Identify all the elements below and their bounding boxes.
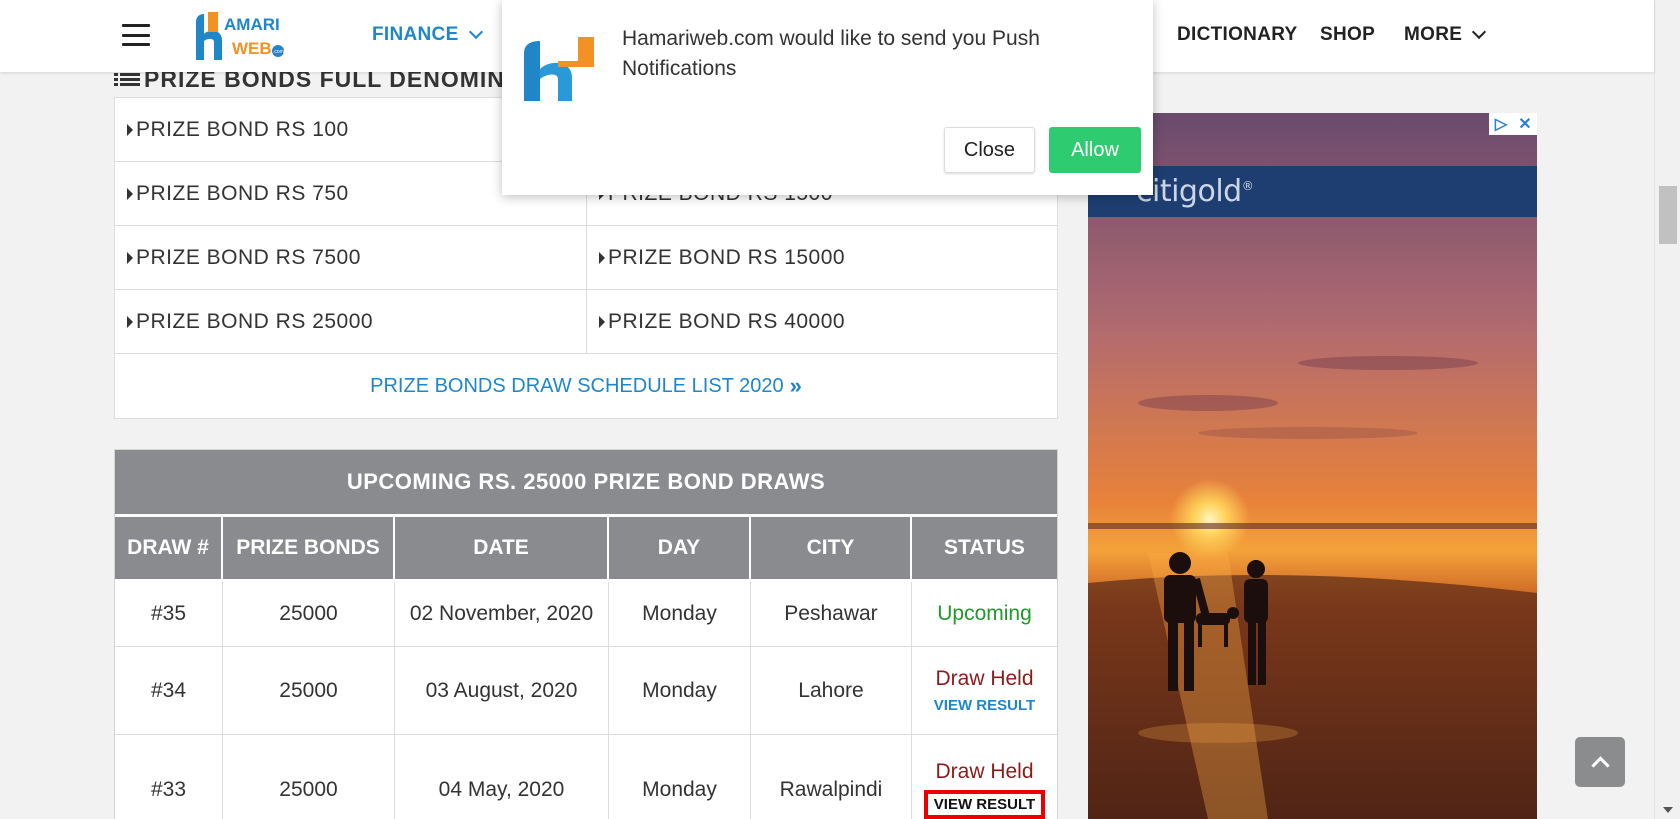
- status-badge: Upcoming: [937, 602, 1032, 625]
- caret-right-icon: [127, 187, 133, 200]
- scroll-down-arrow-icon[interactable]: [1663, 807, 1673, 813]
- draw-city: Lahore: [751, 647, 912, 734]
- status-badge: Draw Held: [935, 760, 1034, 783]
- draw-city: Rawalpindi: [751, 735, 912, 819]
- column-header: CITY: [751, 517, 912, 579]
- caret-right-icon: [127, 315, 133, 328]
- column-header: DATE: [395, 517, 609, 579]
- hamariweb-logo[interactable]: AMARI WEB .com: [192, 8, 288, 66]
- allow-button[interactable]: Allow: [1049, 127, 1141, 173]
- svg-text:.com: .com: [273, 49, 284, 55]
- draw-date: 02 November, 2020: [395, 582, 609, 646]
- chevron-down-icon: [468, 24, 483, 40]
- nav-finance[interactable]: FINANCE: [372, 24, 483, 46]
- nav-shop-label: SHOP: [1320, 24, 1376, 45]
- close-button[interactable]: Close: [944, 127, 1035, 173]
- nav-dictionary[interactable]: DICTIONARY: [1177, 24, 1298, 46]
- nav-shop[interactable]: SHOP: [1320, 24, 1375, 46]
- svg-text:AMARI: AMARI: [224, 15, 280, 34]
- denom-label: PRIZE BOND RS 25000: [136, 309, 374, 333]
- nav-more[interactable]: MORE: [1404, 24, 1487, 46]
- denom-link-15000[interactable]: PRIZE BOND RS 15000: [586, 226, 1057, 289]
- ad-controls: ▷ ✕: [1489, 113, 1537, 135]
- column-header: DRAW #: [115, 517, 223, 579]
- chevron-up-icon: [1590, 755, 1610, 775]
- status-cell: Draw Held VIEW RESULT: [912, 647, 1057, 734]
- draw-city: Peshawar: [751, 582, 912, 646]
- draw-number: #35: [115, 582, 223, 646]
- draw-number: #33: [115, 735, 223, 819]
- double-chevron-right-icon: »: [789, 373, 802, 398]
- push-notification-popup: Hamariweb.com would like to send you Pus…: [502, 0, 1153, 195]
- column-header: STATUS: [944, 536, 1025, 559]
- scrollbar-thumb[interactable]: [1659, 186, 1677, 244]
- nav-dictionary-label: DICTIONARY: [1177, 24, 1298, 45]
- draws-table: UPCOMING RS. 25000 PRIZE BOND DRAWS DRAW…: [114, 449, 1058, 819]
- list-icon: [114, 71, 140, 89]
- table-row: #35 25000 02 November, 2020 Monday Pesha…: [115, 582, 1057, 647]
- table-row: #33 25000 04 May, 2020 Monday Rawalpindi…: [115, 735, 1057, 819]
- draw-date: 04 May, 2020: [395, 735, 609, 819]
- view-result-link[interactable]: VIEW RESULT: [934, 697, 1035, 714]
- denom-label: PRIZE BOND RS 7500: [136, 245, 361, 269]
- denom-link-7500[interactable]: PRIZE BOND RS 7500: [115, 226, 586, 289]
- denom-label: PRIZE BOND RS 750: [136, 181, 349, 205]
- denom-label: PRIZE BOND RS 15000: [608, 245, 846, 269]
- status-cell: Draw Held VIEW RESULT: [912, 735, 1057, 819]
- hamariweb-h-logo: [524, 37, 594, 101]
- draw-number: #34: [115, 647, 223, 734]
- advertisement[interactable]: citigold® ▷ ✕: [1088, 113, 1537, 819]
- nav-finance-label: FINANCE: [372, 24, 459, 45]
- draw-date: 03 August, 2020: [395, 647, 609, 734]
- denom-row: PRIZE BOND RS 25000 PRIZE BOND RS 40000: [115, 290, 1057, 354]
- draw-day: Monday: [609, 735, 751, 819]
- registered-mark: ®: [1241, 179, 1254, 193]
- caret-right-icon: [599, 315, 605, 328]
- svg-text:WEB: WEB: [232, 39, 272, 58]
- prize-bond-value: 25000: [223, 582, 395, 646]
- draws-table-title: UPCOMING RS. 25000 PRIZE BOND DRAWS: [115, 450, 1057, 517]
- schedule-link-label: PRIZE BONDS DRAW SCHEDULE LIST 2020: [370, 374, 784, 397]
- popup-message: Hamariweb.com would like to send you Pus…: [622, 27, 1040, 80]
- denom-label: PRIZE BOND RS 100: [136, 117, 349, 141]
- close-icon[interactable]: ✕: [1513, 113, 1537, 135]
- column-header: DAY: [609, 517, 751, 579]
- status-cell: Upcoming: [912, 582, 1057, 646]
- status-badge: Draw Held: [935, 667, 1034, 690]
- schedule-link[interactable]: PRIZE BONDS DRAW SCHEDULE LIST 2020 »: [115, 354, 1057, 418]
- table-row: #34 25000 03 August, 2020 Monday Lahore …: [115, 647, 1057, 735]
- chevron-down-icon: [1472, 24, 1487, 40]
- denom-row: PRIZE BOND RS 7500 PRIZE BOND RS 15000: [115, 226, 1057, 290]
- adchoices-icon[interactable]: ▷: [1489, 113, 1513, 135]
- column-header: PRIZE BONDS: [223, 517, 395, 579]
- caret-right-icon: [127, 123, 133, 136]
- ad-brand-name: citigold®: [1136, 174, 1254, 209]
- caret-right-icon: [127, 251, 133, 264]
- draw-day: Monday: [609, 582, 751, 646]
- denom-link-25000[interactable]: PRIZE BOND RS 25000: [115, 290, 586, 353]
- back-to-top-button[interactable]: [1575, 737, 1625, 787]
- caret-right-icon: [599, 251, 605, 264]
- prize-bond-value: 25000: [223, 647, 395, 734]
- denom-label: PRIZE BOND RS 40000: [608, 309, 846, 333]
- ad-sunset-image: [1088, 113, 1537, 819]
- draw-day: Monday: [609, 647, 751, 734]
- hamburger-icon[interactable]: [122, 24, 150, 46]
- nav-more-label: MORE: [1404, 24, 1463, 45]
- denom-link-40000[interactable]: PRIZE BOND RS 40000: [586, 290, 1057, 353]
- prize-bond-value: 25000: [223, 735, 395, 819]
- view-result-button-highlighted[interactable]: VIEW RESULT: [923, 790, 1046, 819]
- page-scrollbar[interactable]: [1654, 0, 1680, 819]
- table-header-row: DRAW # PRIZE BONDS DATE DAY CITY STATUS: [115, 517, 1057, 582]
